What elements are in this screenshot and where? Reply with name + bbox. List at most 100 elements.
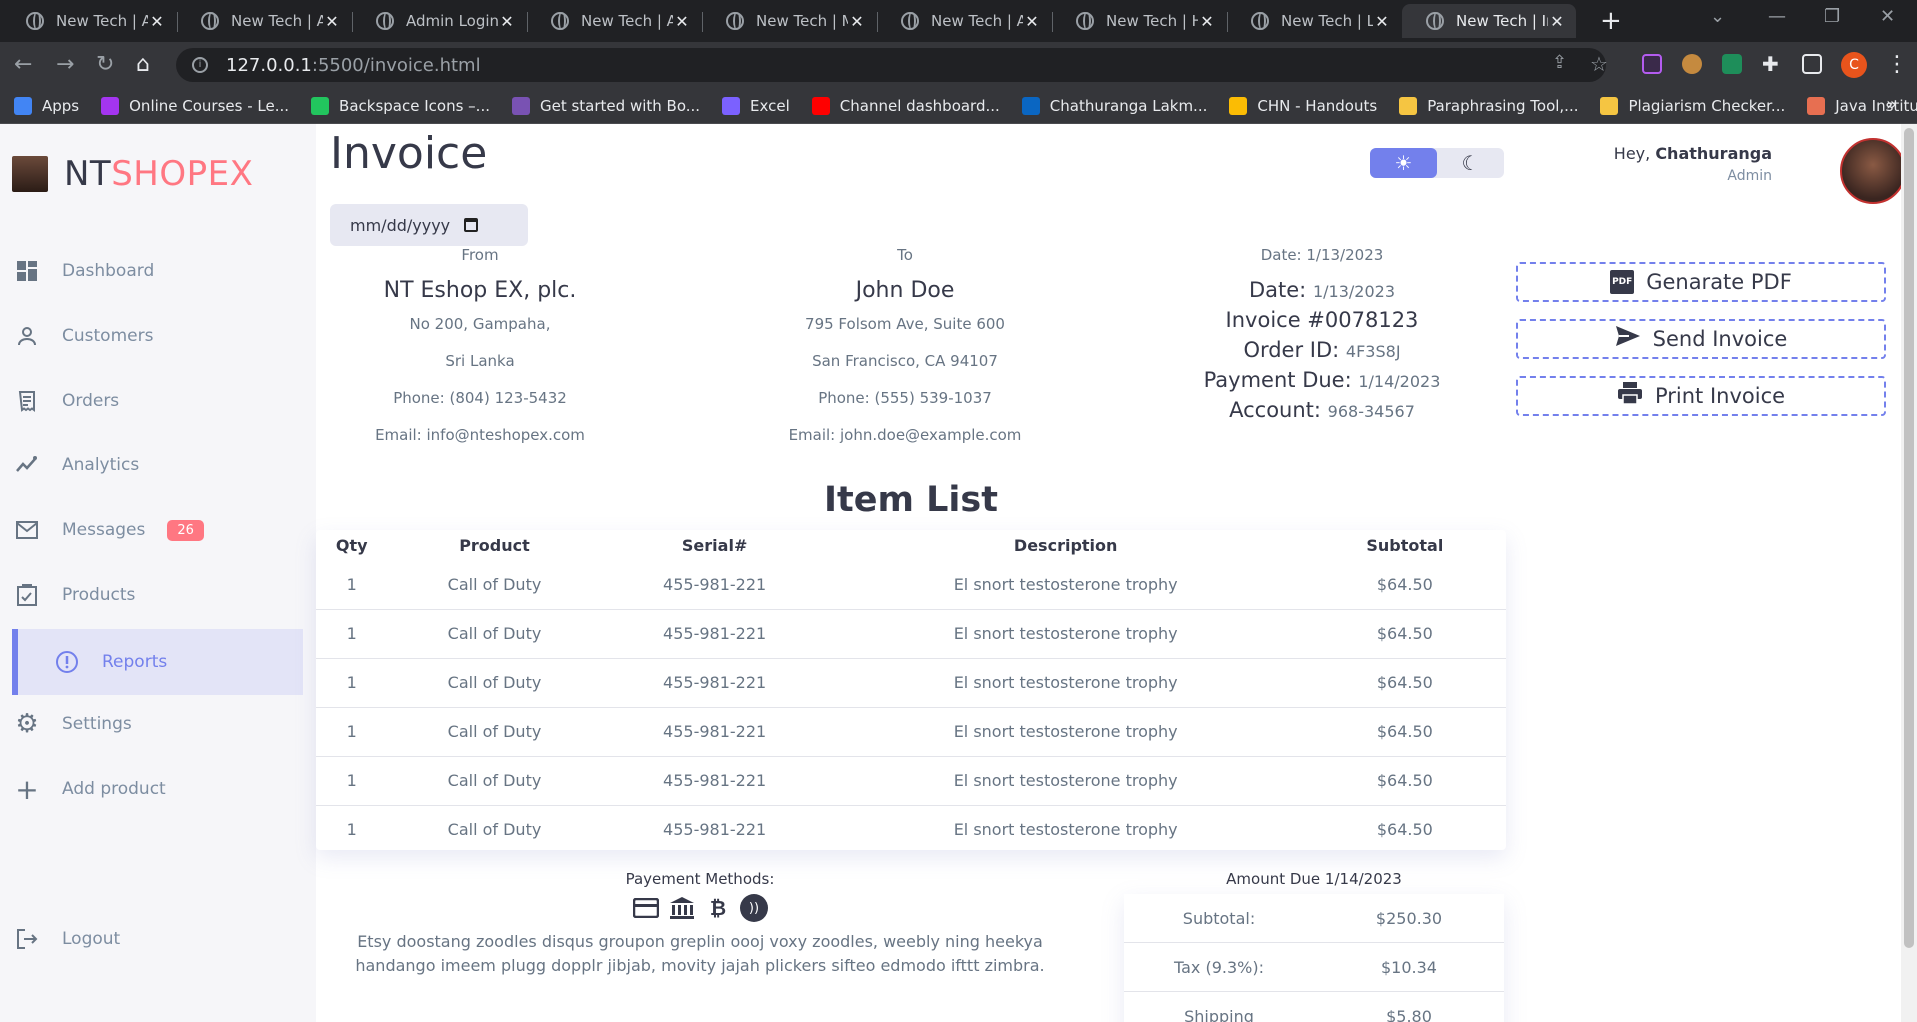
forward-icon[interactable]: →: [56, 52, 74, 77]
sidebar-item-messages[interactable]: Messages 26: [0, 507, 316, 553]
inventory-icon: [14, 582, 40, 608]
send-icon: [1615, 324, 1641, 354]
bookmark-item[interactable]: CHN - Handouts: [1229, 96, 1377, 115]
send-invoice-button[interactable]: Send Invoice: [1516, 319, 1886, 359]
bookmark-item[interactable]: Online Courses - Le...: [101, 96, 289, 115]
bookmark-item[interactable]: Channel dashboard...: [811, 96, 1000, 115]
reload-icon[interactable]: ↻: [96, 52, 114, 77]
extension-icon[interactable]: [1642, 54, 1662, 74]
from-label: From: [461, 246, 499, 264]
home-icon[interactable]: ⌂: [136, 52, 150, 77]
generate-pdf-button[interactable]: PDF Genarate PDF: [1516, 262, 1886, 302]
logo[interactable]: NT SHOPEX: [12, 154, 253, 194]
restore-icon[interactable]: ❐: [1824, 6, 1840, 27]
date-input[interactable]: mm/dd/yyyy: [330, 204, 528, 246]
browser-tab[interactable]: New Tech | Ho✕: [1052, 4, 1226, 38]
bookmark-item[interactable]: Java Institute Stude...: [1807, 96, 1917, 115]
sidebar-item-add-product[interactable]: + Add product: [0, 766, 316, 812]
close-tab-icon[interactable]: ✕: [323, 12, 341, 31]
theme-toggler[interactable]: ☀ ☾: [1370, 148, 1504, 178]
column-header: Serial#: [681, 535, 748, 555]
logo-image: [12, 156, 48, 192]
bookmark-item[interactable]: Paraphrasing Tool,...: [1399, 96, 1578, 115]
items-table: Qty Product Serial# Description Subtotal 1 Ca…: [316, 530, 1506, 854]
sidebar-item-products[interactable]: Products: [0, 572, 316, 618]
bookmark-item[interactable]: Get started with Bo...: [511, 96, 700, 115]
logout-icon: [14, 926, 40, 952]
to-address-line1: 795 Folsom Ave, Suite 600: [805, 315, 1005, 333]
browser-tab[interactable]: New Tech | Ad✕: [527, 4, 701, 38]
profile-avatar[interactable]: C: [1841, 52, 1867, 78]
sidebar: NT SHOPEX Dashboard Customers Orders Anal…: [0, 124, 316, 1022]
page-scrollbar[interactable]: [1901, 124, 1917, 1022]
minimize-icon[interactable]: —: [1768, 6, 1786, 27]
close-tab-icon[interactable]: ✕: [1548, 12, 1566, 31]
browser-menu-icon[interactable]: ⋮: [1886, 52, 1908, 77]
browser-tab[interactable]: New Tech | Ad✕: [877, 4, 1051, 38]
browser-tab[interactable]: Admin Login -✕: [352, 4, 526, 38]
sidebar-item-analytics[interactable]: Analytics: [0, 442, 316, 488]
close-tab-icon[interactable]: ✕: [1198, 12, 1216, 31]
close-tab-icon[interactable]: ✕: [1373, 12, 1391, 31]
sidebar-item-customers[interactable]: Customers: [0, 313, 316, 359]
tab-separator: [352, 12, 353, 32]
sidebar-item-reports[interactable]: Reports: [12, 629, 303, 695]
new-tab-button[interactable]: +: [1600, 6, 1622, 36]
side-panel-icon[interactable]: [1802, 54, 1822, 74]
close-tab-icon[interactable]: ✕: [848, 12, 866, 31]
invoice-actions: PDF Genarate PDF Send Invoice Print Invo…: [1516, 262, 1886, 433]
globe-icon: [201, 12, 219, 30]
green-extension-icon[interactable]: [1722, 54, 1742, 74]
browser-tab[interactable]: New Tech | Ad✕: [2, 4, 176, 38]
close-tab-icon[interactable]: ✕: [673, 12, 691, 31]
close-window-icon[interactable]: ✕: [1880, 6, 1895, 27]
table-cell: 1: [316, 560, 388, 610]
address-bar[interactable]: i 127.0.0.1:5500/invoice.html: [176, 48, 1606, 82]
sidebar-item-dashboard[interactable]: Dashboard: [0, 248, 316, 294]
calendar-icon[interactable]: [464, 218, 479, 232]
bookmark-item[interactable]: Chathuranga Lakm...: [1021, 96, 1207, 115]
meta-date: Date: 1/13/2023: [1172, 278, 1472, 302]
browser-tab[interactable]: New Tech | Inv✕: [1402, 4, 1576, 38]
site-info-icon[interactable]: i: [192, 57, 208, 73]
browser-tab[interactable]: New Tech | Lo✕: [1227, 4, 1401, 38]
close-tab-icon[interactable]: ✕: [498, 12, 516, 31]
bookmark-star-icon[interactable]: ☆: [1590, 52, 1608, 76]
browser-tab[interactable]: New Tech | Ad✕: [177, 4, 351, 38]
close-tab-icon[interactable]: ✕: [148, 12, 166, 31]
table-cell: Call of Duty: [387, 707, 602, 757]
bookmark-item[interactable]: Excel: [722, 96, 790, 115]
scrollbar-thumb[interactable]: [1904, 128, 1914, 948]
amount-due: Amount Due 1/14/2023 Subtotal: $250.30 Tax…: [1124, 870, 1504, 1022]
tab-label: New Tech | Ad: [56, 12, 148, 30]
bookmark-label: Channel dashboard...: [839, 96, 1000, 115]
date-placeholder: mm/dd/yyyy: [350, 215, 451, 235]
message-count-badge: 26: [167, 519, 204, 541]
dark-mode-icon[interactable]: ☾: [1437, 148, 1504, 178]
light-mode-icon[interactable]: ☀: [1370, 148, 1437, 178]
avatar[interactable]: [1840, 138, 1906, 204]
back-icon[interactable]: ←: [14, 52, 32, 77]
extensions-puzzle-icon[interactable]: ✚: [1762, 52, 1779, 76]
to-email: Email: john.doe@example.com: [788, 426, 1022, 444]
tab-search-icon[interactable]: ⌄: [1710, 6, 1725, 27]
sidebar-item-logout[interactable]: Logout: [0, 916, 316, 962]
globe-icon: [1076, 12, 1094, 30]
sidebar-item-orders[interactable]: Orders: [0, 378, 316, 424]
browser-tab[interactable]: New Tech | My✕: [702, 4, 876, 38]
greeting-prefix: Hey,: [1613, 144, 1656, 163]
bookmark-item[interactable]: Backspace Icons –...: [311, 96, 490, 115]
print-invoice-button[interactable]: Print Invoice: [1516, 376, 1886, 416]
bookmark-item[interactable]: Plagiarism Checker...: [1600, 96, 1785, 115]
from-email: Email: info@nteshopex.com: [375, 426, 585, 444]
bookmark-item[interactable]: Apps: [14, 96, 79, 115]
invoice-to: To John Doe 795 Folsom Ave, Suite 600 Sa…: [740, 246, 1070, 463]
invoice-from: From NT Eshop EX, plc. No 200, Gampaha, …: [330, 246, 630, 463]
due-key: Payment Due:: [1203, 368, 1352, 392]
user-name: Chathuranga: [1655, 144, 1772, 163]
more-bookmarks-icon[interactable]: »: [1886, 94, 1897, 115]
sidebar-item-settings[interactable]: ⚙ Settings: [0, 701, 316, 747]
cookie-extension-icon[interactable]: [1682, 54, 1702, 74]
close-tab-icon[interactable]: ✕: [1023, 12, 1041, 31]
share-icon[interactable]: ⇪: [1552, 52, 1567, 73]
